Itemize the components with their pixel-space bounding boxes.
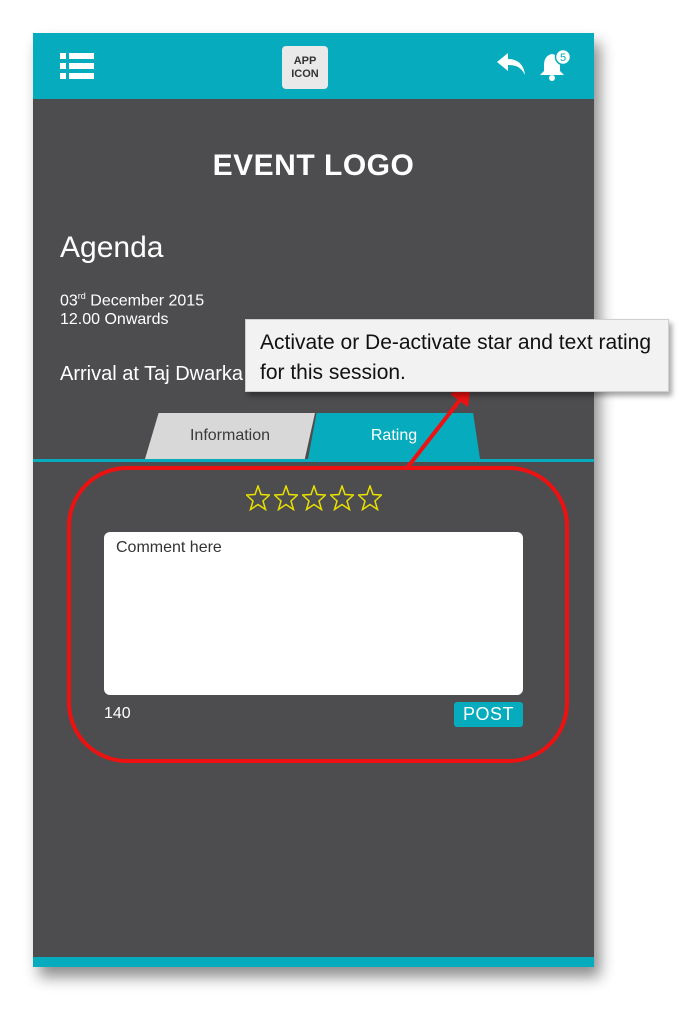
tab-underline — [33, 459, 594, 462]
bell-icon[interactable]: 5 — [538, 47, 572, 83]
date-suffix: rd — [77, 291, 86, 301]
menu-icon[interactable] — [60, 53, 94, 79]
session-date: 03rd December 2015 — [60, 291, 204, 310]
page-title: Agenda — [60, 231, 164, 264]
notification-badge: 5 — [560, 52, 566, 64]
tab-information[interactable]: Information — [145, 413, 315, 459]
top-bar: APP ICON 5 — [33, 33, 594, 99]
date-month-year: December 2015 — [85, 292, 205, 310]
tab-rating[interactable]: Rating — [308, 413, 480, 459]
annotation-callout: Activate or De-activate star and text ra… — [245, 319, 669, 392]
session-time: 12.00 Onwards — [60, 311, 169, 328]
date-day: 03 — [60, 292, 78, 310]
annotation-highlight — [67, 466, 569, 763]
back-icon[interactable] — [496, 51, 526, 77]
session-title: Arrival at Taj Dwarka — [60, 363, 244, 385]
event-logo: EVENT LOGO — [212, 149, 415, 182]
bottom-bar — [33, 957, 594, 967]
app-icon: APP ICON — [282, 46, 328, 89]
